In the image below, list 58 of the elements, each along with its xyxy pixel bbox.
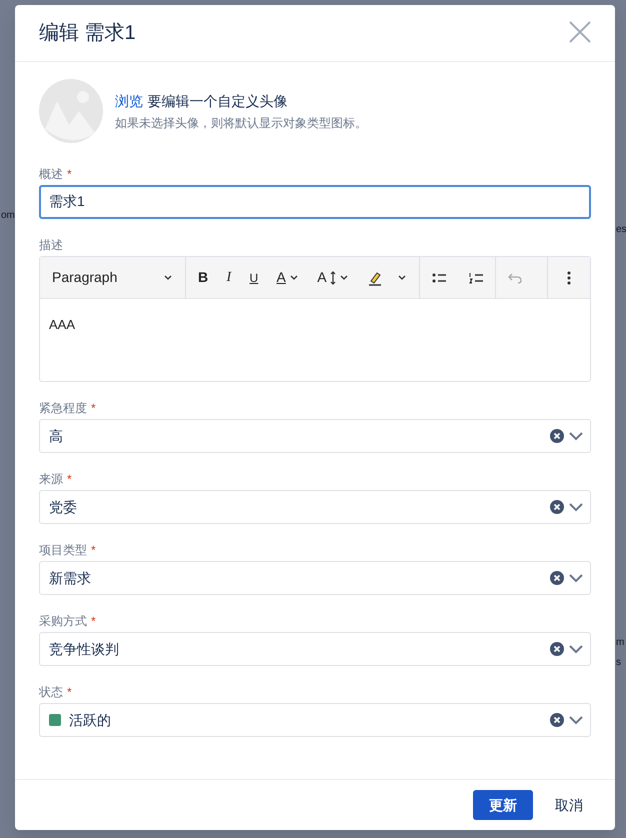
background-text: s bbox=[616, 657, 621, 669]
select-value: 高 bbox=[49, 426, 63, 446]
cancel-button[interactable]: 取消 bbox=[549, 790, 589, 820]
clear-icon[interactable] bbox=[550, 642, 564, 656]
field-label: 描述 bbox=[39, 238, 63, 252]
numbered-list-icon bbox=[469, 272, 483, 284]
required-asterisk: * bbox=[91, 401, 96, 415]
editor-text: AAA bbox=[49, 317, 76, 332]
caret-icon bbox=[396, 272, 407, 282]
font-color-button[interactable]: A bbox=[268, 262, 307, 292]
undo-icon bbox=[508, 272, 522, 284]
italic-button[interactable]: I bbox=[218, 262, 240, 292]
font-size-button[interactable]: A bbox=[309, 262, 357, 292]
clear-icon[interactable] bbox=[550, 429, 564, 443]
paragraph-dropdown[interactable]: Paragraph bbox=[44, 262, 181, 292]
text-field[interactable]: 需求1 bbox=[39, 185, 591, 219]
dialog-title: 编辑 需求1 bbox=[39, 21, 136, 45]
required-asterisk: * bbox=[67, 167, 72, 181]
bulleted-list-icon bbox=[432, 272, 446, 284]
select-field[interactable]: 竞争性谈判 bbox=[39, 632, 591, 666]
required-asterisk: * bbox=[91, 614, 96, 628]
size-arrows-icon bbox=[330, 270, 336, 284]
caret-icon bbox=[163, 272, 173, 282]
field-label: 采购方式 bbox=[39, 614, 87, 628]
field-label: 紧急程度 bbox=[39, 401, 87, 415]
highlighter-icon bbox=[366, 270, 383, 286]
select-value: 竞争性谈判 bbox=[49, 640, 119, 658]
more-icon bbox=[567, 270, 571, 284]
select-field[interactable]: 高 bbox=[39, 419, 591, 453]
field-label: 来源 bbox=[39, 472, 63, 486]
required-asterisk: * bbox=[67, 472, 72, 486]
clear-icon[interactable] bbox=[550, 713, 564, 727]
background-text: om bbox=[1, 210, 15, 222]
clear-icon[interactable] bbox=[550, 500, 564, 514]
avatar-placeholder-icon bbox=[39, 79, 103, 143]
required-asterisk: * bbox=[67, 685, 72, 699]
caret-icon bbox=[288, 272, 299, 282]
select-field[interactable]: 活跃的 bbox=[39, 703, 591, 737]
clear-icon[interactable] bbox=[550, 571, 564, 585]
select-value: 活跃的 bbox=[69, 710, 111, 730]
underline-button[interactable]: U bbox=[242, 262, 266, 292]
close-icon bbox=[569, 21, 591, 43]
avatar-instruction: 要编辑一个自定义头像 bbox=[147, 93, 288, 109]
select-field[interactable]: 党委 bbox=[39, 490, 591, 524]
field-label: 项目类型 bbox=[39, 543, 87, 557]
field-label: 概述 bbox=[39, 167, 63, 181]
select-value: 党委 bbox=[49, 498, 77, 516]
update-button[interactable]: 更新 bbox=[473, 790, 533, 820]
select-field[interactable]: 新需求 bbox=[39, 561, 591, 595]
bold-button[interactable]: B bbox=[190, 262, 216, 292]
select-value: 新需求 bbox=[49, 568, 91, 588]
required-asterisk: * bbox=[91, 543, 96, 557]
avatar-hint: 如果未选择头像，则将默认显示对象类型图标。 bbox=[115, 115, 367, 132]
field-label: 状态 bbox=[39, 685, 63, 699]
background-text: es bbox=[616, 224, 626, 236]
caret-icon bbox=[338, 272, 349, 282]
browse-link[interactable]: 浏览 bbox=[115, 93, 143, 109]
background-text: m bbox=[616, 637, 624, 649]
